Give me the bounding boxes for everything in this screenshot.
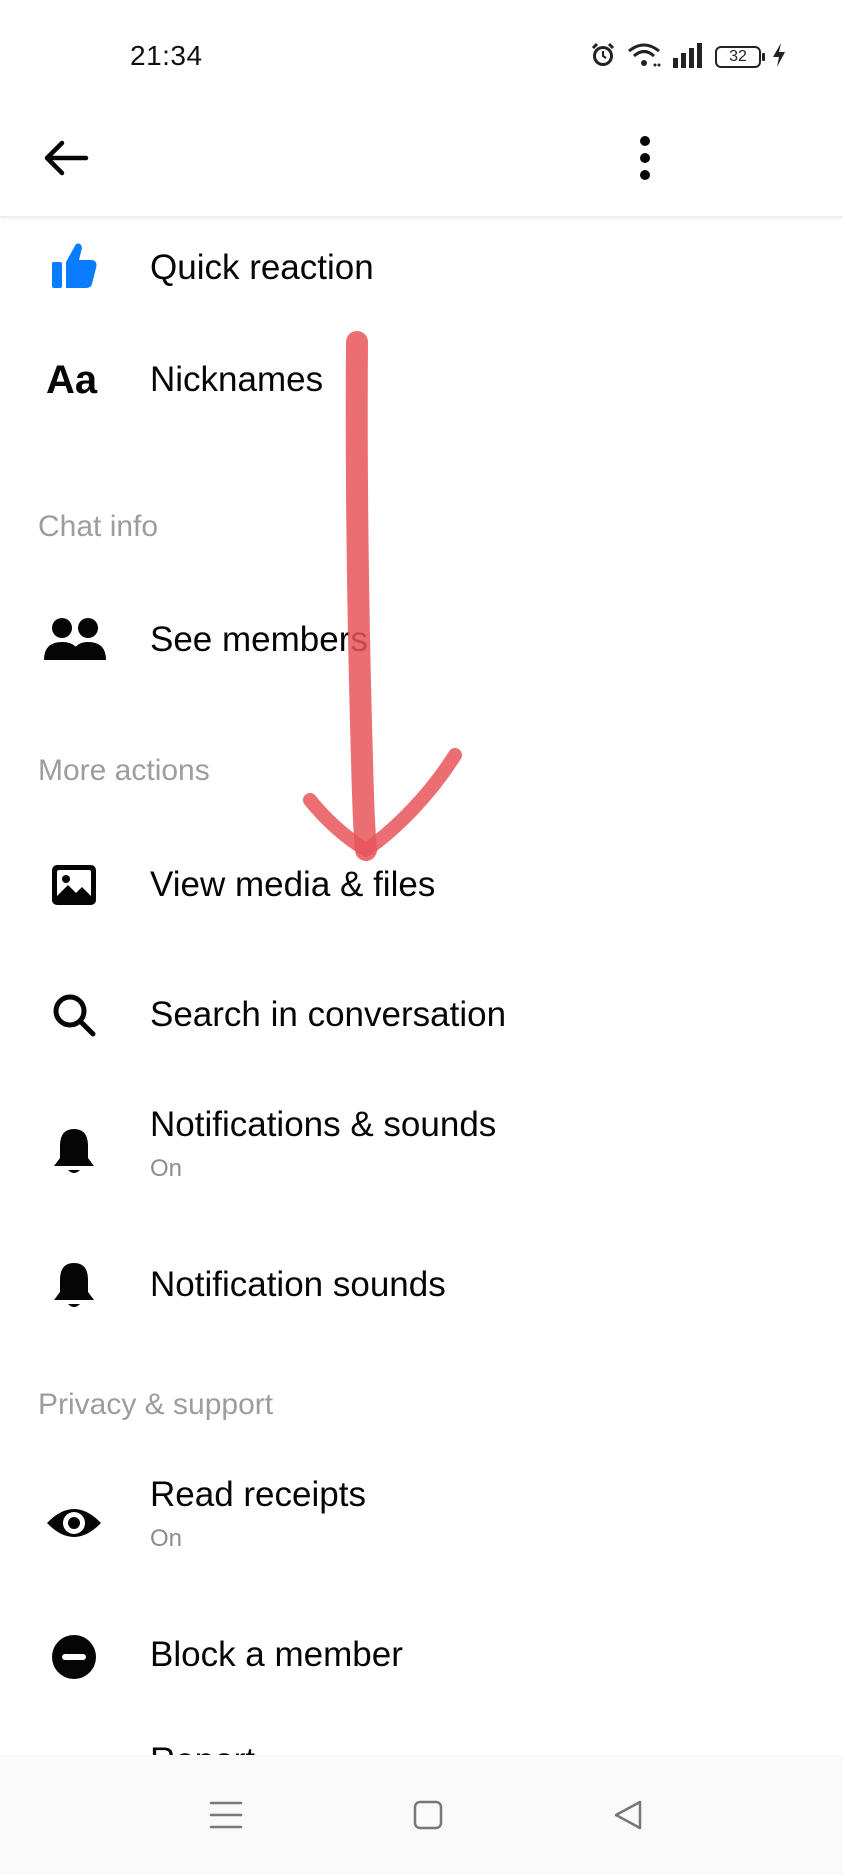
search-conversation-row[interactable]: Search in conversation [0, 951, 843, 1081]
section-header-privacy-support: Privacy & support [38, 1388, 274, 1421]
thumbs-up-icon [44, 236, 104, 296]
read-receipts-row[interactable]: Read receipts On [0, 1451, 843, 1591]
people-icon [40, 610, 110, 670]
quick-reaction-row[interactable]: Quick reaction [0, 216, 843, 316]
bell-icon [44, 1255, 104, 1315]
notifications-label: Notifications & sounds [150, 1105, 497, 1144]
see-members-row[interactable]: See members [0, 576, 843, 706]
nicknames-icon: Aa [46, 357, 98, 402]
battery-icon: 32 [715, 46, 765, 68]
recent-apps-button[interactable] [196, 1785, 256, 1845]
wifi-icon [627, 41, 661, 74]
more-options-button[interactable] [625, 128, 665, 188]
back-arrow-icon [44, 140, 89, 176]
status-icons: 32 [589, 40, 787, 74]
back-button[interactable] [38, 128, 94, 188]
block-member-label: Block a member [150, 1635, 403, 1674]
see-members-label: See members [150, 620, 368, 659]
image-icon [44, 855, 104, 915]
menu-icon [209, 1801, 243, 1829]
alarm-icon [589, 41, 617, 74]
report-row[interactable]: Report [0, 1721, 843, 1755]
more-vertical-icon [640, 136, 650, 180]
search-icon [44, 985, 104, 1045]
view-media-label: View media & files [150, 865, 436, 904]
view-media-row[interactable]: View media & files [0, 821, 843, 951]
nicknames-label: Nicknames [150, 360, 324, 399]
top-app-bar [0, 110, 843, 217]
read-receipts-status: On [150, 1525, 183, 1552]
notification-sounds-row[interactable]: Notification sounds [0, 1221, 843, 1351]
status-bar: 21:34 32 [0, 0, 843, 110]
notifications-row[interactable]: Notifications & sounds On [0, 1081, 843, 1221]
bell-icon [44, 1121, 104, 1181]
block-member-row[interactable]: Block a member [0, 1591, 843, 1721]
section-header-chat-info: Chat info [38, 510, 159, 543]
section-header-more-actions: More actions [38, 754, 210, 787]
report-label: Report [150, 1741, 255, 1755]
signal-icon [671, 42, 705, 73]
back-nav-button[interactable] [598, 1785, 658, 1845]
eye-icon [44, 1493, 104, 1553]
block-icon [44, 1627, 104, 1687]
charging-icon [771, 42, 787, 73]
status-time: 21:34 [130, 40, 203, 71]
square-icon [413, 1800, 443, 1830]
notifications-status: On [150, 1155, 183, 1182]
triangle-back-icon [614, 1800, 642, 1830]
notification-sounds-label: Notification sounds [150, 1265, 446, 1304]
settings-list[interactable]: Quick reaction Aa Nicknames Chat info Se… [0, 216, 843, 1755]
system-nav-bar [0, 1755, 843, 1875]
quick-reaction-label: Quick reaction [150, 248, 374, 287]
home-button[interactable] [398, 1785, 458, 1845]
search-conversation-label: Search in conversation [150, 995, 507, 1034]
nicknames-row[interactable]: Aa Nicknames [0, 316, 843, 446]
read-receipts-label: Read receipts [150, 1475, 366, 1514]
